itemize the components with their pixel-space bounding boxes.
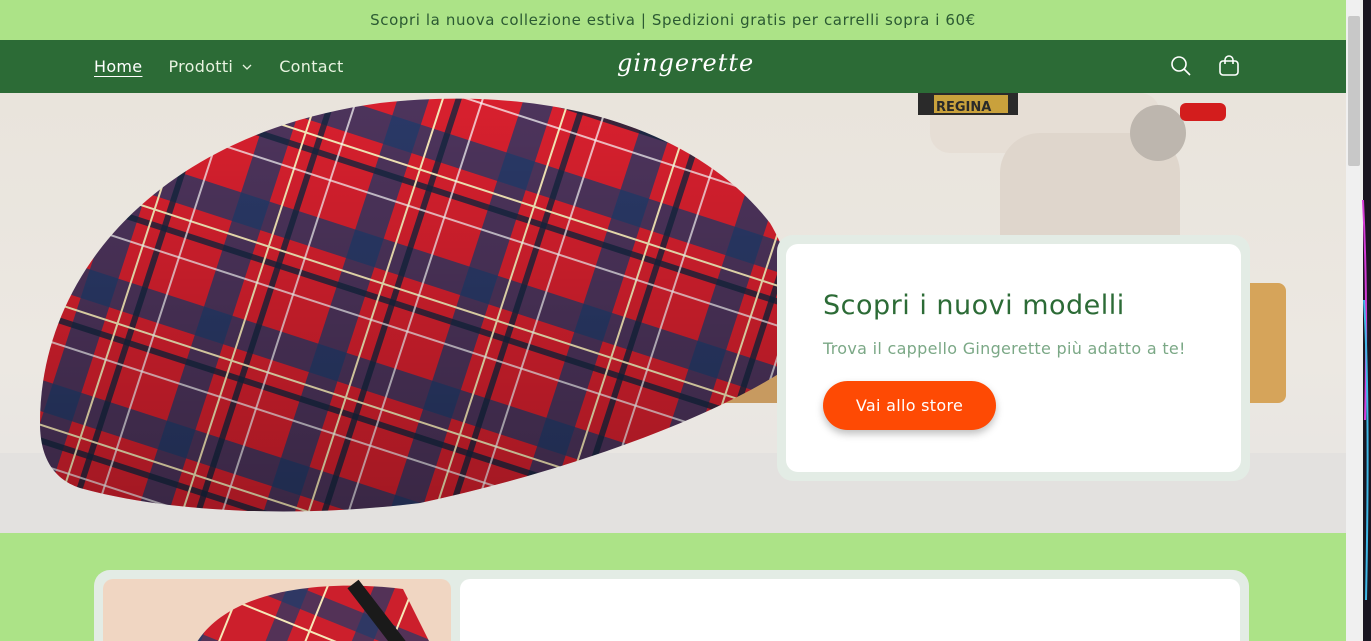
site-logo[interactable]: gingerette	[617, 49, 754, 77]
search-button[interactable]	[1168, 53, 1194, 79]
nav-contact-label: Contact	[279, 57, 344, 76]
hero-title: Scopri i nuovi modelli	[823, 290, 1125, 321]
main-nav: Home Prodotti Contact	[94, 40, 344, 93]
nav-prodotti[interactable]: Prodotti	[168, 57, 253, 76]
cart-button[interactable]	[1216, 53, 1242, 79]
hero-content-box: Scopri i nuovi modelli Trova il cappello…	[777, 235, 1250, 481]
featured-image-art	[103, 579, 451, 641]
scrollbar[interactable]	[1346, 0, 1371, 641]
nav-home-label: Home	[94, 57, 143, 76]
page: Scopri la nuova collezione estiva | Sped…	[0, 0, 1346, 641]
chevron-down-icon	[242, 64, 252, 70]
featured-image	[103, 579, 451, 641]
hero-banner: REGINA Scopri i nuovi modelli Trova il c…	[0, 93, 1346, 533]
hero-content-inner: Scopri i nuovi modelli Trova il cappello…	[786, 244, 1241, 472]
hero-subtitle: Trova il cappello Gingerette più adatto …	[823, 339, 1186, 358]
nav-prodotti-label: Prodotti	[168, 57, 234, 76]
announcement-bar: Scopri la nuova collezione estiva | Sped…	[0, 0, 1346, 40]
nav-contact[interactable]: Contact	[279, 57, 343, 76]
search-icon	[1171, 56, 1191, 76]
shop-now-button[interactable]: Vai allo store	[823, 381, 996, 430]
svg-text:REGINA: REGINA	[936, 100, 991, 115]
featured-text-panel	[460, 579, 1240, 641]
announcement-text: Scopri la nuova collezione estiva | Sped…	[370, 11, 976, 29]
cart-icon	[1219, 55, 1239, 76]
nav-home[interactable]: Home	[94, 57, 142, 76]
header-icons	[1168, 53, 1242, 79]
featured-section	[94, 570, 1249, 641]
desktop-wallpaper-edge	[1362, 199, 1369, 601]
site-header: Home Prodotti Contact gingerette	[0, 40, 1346, 93]
